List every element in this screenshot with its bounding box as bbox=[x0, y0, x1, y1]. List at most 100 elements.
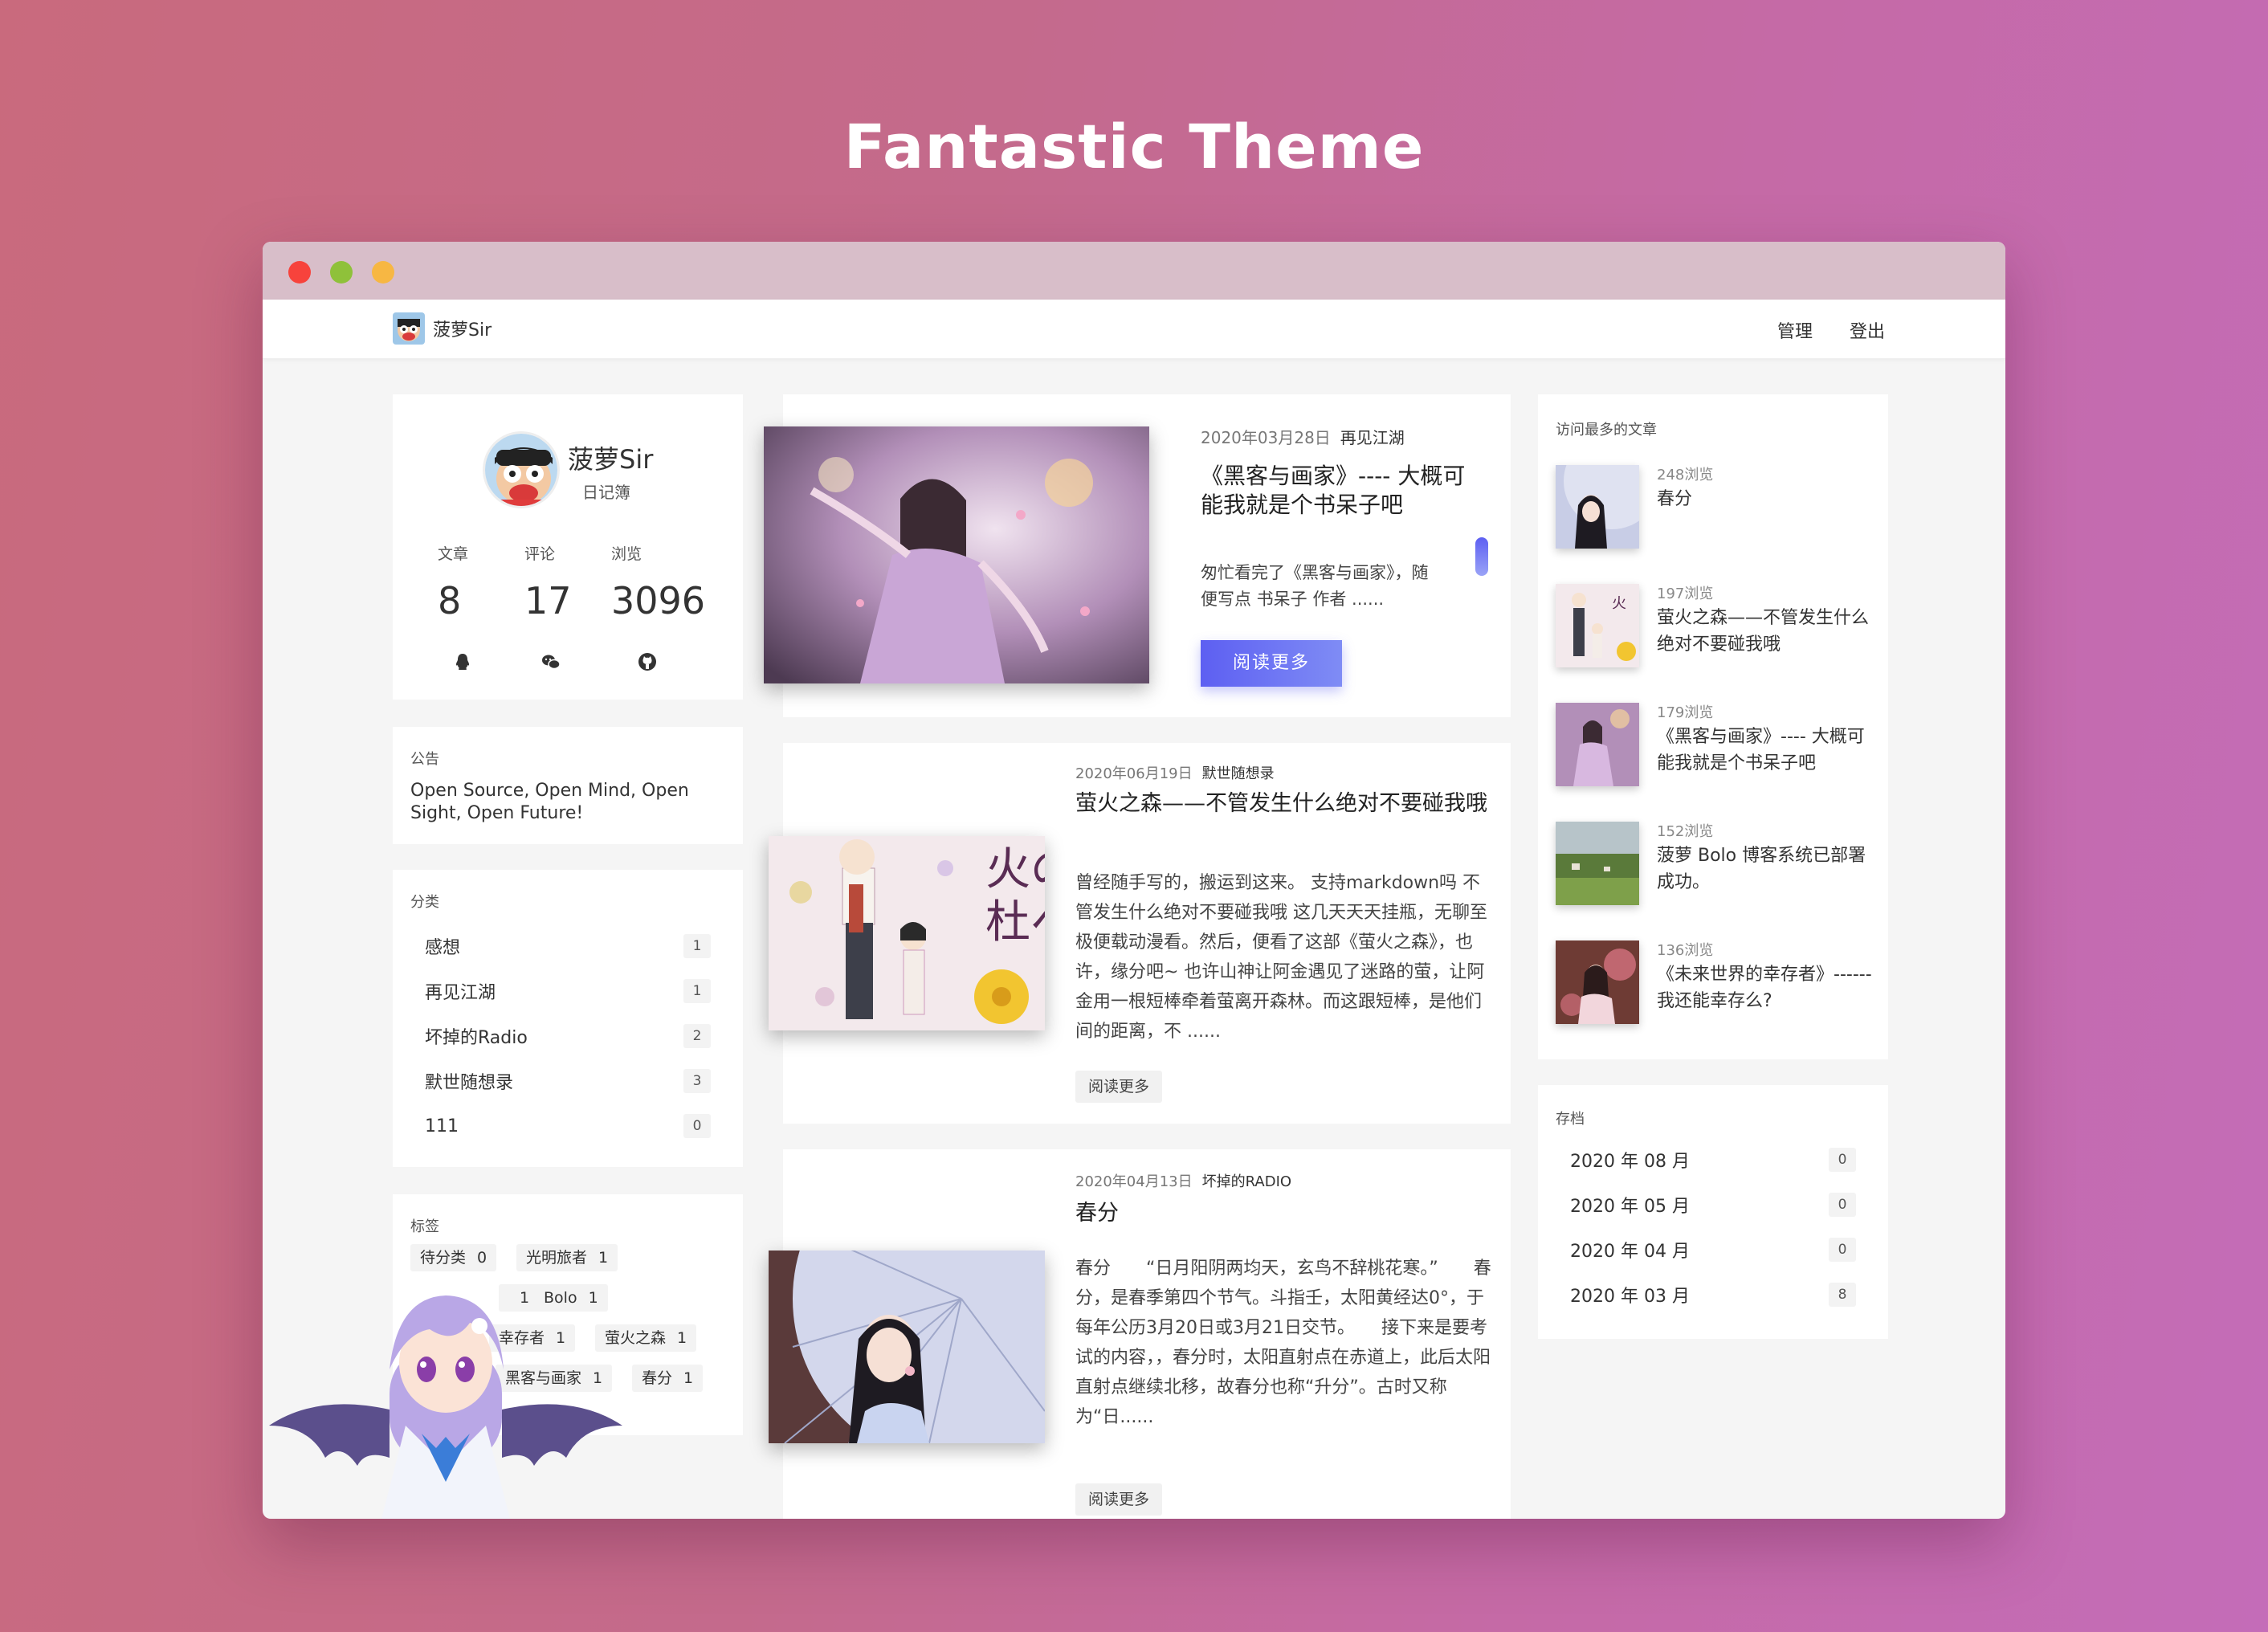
profile-card: 菠萝Sir 日记簿 文章 评论 浏览 8 17 3096 bbox=[393, 394, 743, 700]
post-thumbnail[interactable] bbox=[764, 426, 1149, 683]
svg-text:杜へ: 杜へ bbox=[985, 896, 1045, 949]
post-category[interactable]: 默世随想录 bbox=[1202, 765, 1275, 782]
category-name: 再见江湖 bbox=[425, 983, 496, 1003]
tags-title: 标签 bbox=[410, 1218, 439, 1235]
post-date: 2020年03月28日 bbox=[1201, 428, 1331, 447]
category-name: 111 bbox=[425, 1116, 459, 1136]
popular-item[interactable]: 179浏览 《黑客与画家》---- 大概可能我就是个书呆子吧 bbox=[1556, 703, 1877, 788]
archive-card: 存档 2020 年 08 月 0 2020 年 05 月 0 2020 年 04 月… bbox=[1538, 1085, 1888, 1339]
tag-item[interactable]: 待分类 0 bbox=[410, 1244, 497, 1271]
post-meta: 2020年03月28日 再见江湖 bbox=[1201, 425, 1405, 448]
notice-card: 公告 Open Source, Open Mind, Open Sight, O… bbox=[393, 727, 743, 844]
archive-month: 2020 年 03 月 bbox=[1570, 1287, 1690, 1307]
post-date: 2020年06月19日 bbox=[1075, 765, 1193, 782]
archive-item[interactable]: 2020 年 03 月 8 bbox=[1570, 1281, 1856, 1308]
minimize-window-button[interactable] bbox=[330, 261, 353, 284]
mascot-character[interactable] bbox=[269, 1273, 622, 1519]
hero-title: Fantastic Theme bbox=[843, 111, 1425, 182]
post-category[interactable]: 再见江湖 bbox=[1340, 428, 1405, 447]
archive-title: 存档 bbox=[1556, 1111, 1585, 1128]
profile-subtitle: 日记簿 bbox=[582, 483, 630, 502]
popular-thumbnail[interactable] bbox=[1556, 822, 1639, 905]
category-item[interactable]: 感想 1 bbox=[425, 932, 711, 960]
archive-item[interactable]: 2020 年 05 月 0 bbox=[1570, 1191, 1856, 1218]
tag-count: 0 bbox=[477, 1249, 487, 1267]
popular-title-link[interactable]: 菠萝 Bolo 博客系统已部署成功。 bbox=[1657, 843, 1875, 896]
popular-views: 136浏览 bbox=[1657, 942, 1714, 959]
post-thumbnail[interactable]: 火の 杜へ bbox=[769, 836, 1045, 1030]
popular-thumbnail[interactable] bbox=[1556, 703, 1639, 786]
read-more-button[interactable]: 阅读更多 bbox=[1075, 1071, 1163, 1103]
tag-name: 待分类 bbox=[420, 1249, 467, 1267]
category-item[interactable]: 111 0 bbox=[425, 1112, 711, 1140]
popular-title-link[interactable]: 《黑客与画家》---- 大概可能我就是个书呆子吧 bbox=[1657, 724, 1875, 777]
github-icon[interactable] bbox=[637, 651, 658, 672]
categories-title: 分类 bbox=[410, 894, 439, 911]
stat-value-views: 3096 bbox=[611, 579, 706, 622]
nav-link-logout[interactable]: 登出 bbox=[1850, 317, 1885, 343]
popular-views: 152浏览 bbox=[1657, 823, 1714, 840]
popular-posts-card: 访问最多的文章 248浏览 春分 火 197浏览 萤火之森——不管发生什么绝对不… bbox=[1538, 394, 1888, 1059]
popular-title-link[interactable]: 萤火之森——不管发生什么绝对不要碰我哦 bbox=[1657, 605, 1875, 658]
qq-icon[interactable] bbox=[452, 651, 473, 672]
avatar[interactable] bbox=[483, 431, 560, 508]
scroll-indicator[interactable] bbox=[1475, 537, 1488, 576]
category-item[interactable]: 再见江湖 1 bbox=[425, 977, 711, 1005]
post-category[interactable]: 坏掉的RADIO bbox=[1202, 1173, 1291, 1190]
stat-label-articles: 文章 bbox=[438, 545, 469, 563]
brand-name: 菠萝Sir bbox=[433, 320, 492, 341]
categories-card: 分类 感想 1 再见江湖 1 坏掉的Radio 2 默世随想录 3 111 0 bbox=[393, 870, 743, 1167]
category-name: 坏掉的Radio bbox=[425, 1028, 528, 1048]
tag-item[interactable]: 春分 1 bbox=[632, 1365, 704, 1392]
stat-label-comments: 评论 bbox=[524, 545, 556, 563]
nav-brand[interactable]: 菠萝Sir bbox=[393, 312, 492, 345]
top-nav: 菠萝Sir 管理 登出 bbox=[263, 300, 2005, 359]
archive-month: 2020 年 05 月 bbox=[1570, 1197, 1690, 1217]
popular-item[interactable]: 火 197浏览 萤火之森——不管发生什么绝对不要碰我哦 bbox=[1556, 584, 1877, 669]
tag-count: 1 bbox=[677, 1329, 687, 1347]
post-excerpt: 匆忙看完了《黑客与画家》，随便写点 书呆子 作者 ...... bbox=[1201, 563, 1429, 609]
popular-title-link[interactable]: 《未来世界的幸存者》------我还能幸存么? bbox=[1657, 961, 1875, 1014]
popular-thumbnail[interactable] bbox=[1556, 465, 1639, 549]
category-item[interactable]: 默世随想录 3 bbox=[425, 1067, 711, 1095]
post-title[interactable]: 《黑客与画家》---- 大概可能我就是个书呆子吧 bbox=[1201, 462, 1466, 520]
notice-text: Open Source, Open Mind, Open Sight, Open… bbox=[410, 781, 689, 823]
archive-month: 2020 年 04 月 bbox=[1570, 1242, 1690, 1262]
read-more-button[interactable]: 阅读更多 bbox=[1075, 1483, 1163, 1516]
archive-item[interactable]: 2020 年 04 月 0 bbox=[1570, 1236, 1856, 1263]
archive-item[interactable]: 2020 年 08 月 0 bbox=[1570, 1146, 1856, 1173]
wechat-icon[interactable] bbox=[540, 651, 561, 672]
tag-count: 1 bbox=[683, 1369, 694, 1387]
archive-count: 0 bbox=[1829, 1238, 1856, 1262]
post-thumbnail[interactable] bbox=[769, 1251, 1045, 1443]
popular-views: 197浏览 bbox=[1657, 585, 1714, 602]
brand-avatar bbox=[393, 312, 425, 345]
tag-name: 光明旅者 bbox=[526, 1249, 588, 1267]
post-excerpt: 春分 “日月阳阴两均天，玄鸟不辞桃花寒。” 春分，是春季第四个节气。斗指壬，太阳… bbox=[1075, 1259, 1491, 1427]
popular-item[interactable]: 248浏览 春分 bbox=[1556, 465, 1877, 550]
maximize-window-button[interactable] bbox=[372, 261, 394, 284]
category-count: 3 bbox=[683, 1069, 711, 1093]
popular-thumbnail[interactable] bbox=[1556, 940, 1639, 1024]
archive-count: 0 bbox=[1829, 1148, 1856, 1172]
svg-text:火: 火 bbox=[1612, 595, 1626, 612]
post-title[interactable]: 春分 bbox=[1075, 1201, 1493, 1226]
post-meta: 2020年04月13日 坏掉的RADIO bbox=[1075, 1170, 1291, 1191]
popular-thumbnail[interactable]: 火 bbox=[1556, 584, 1639, 667]
archive-month: 2020 年 08 月 bbox=[1570, 1152, 1690, 1172]
close-window-button[interactable] bbox=[288, 261, 311, 284]
read-more-button[interactable]: 阅读更多 bbox=[1201, 640, 1342, 687]
archive-count: 8 bbox=[1829, 1283, 1856, 1307]
stat-value-articles: 8 bbox=[438, 579, 462, 622]
popular-views: 248浏览 bbox=[1657, 467, 1714, 483]
nav-link-admin[interactable]: 管理 bbox=[1777, 317, 1813, 343]
popular-views: 179浏览 bbox=[1657, 704, 1714, 721]
tag-item[interactable]: 光明旅者 1 bbox=[516, 1244, 618, 1271]
popular-item[interactable]: 136浏览 《未来世界的幸存者》------我还能幸存么? bbox=[1556, 940, 1877, 1026]
popular-title-link[interactable]: 春分 bbox=[1657, 486, 1875, 512]
popular-item[interactable]: 152浏览 菠萝 Bolo 博客系统已部署成功。 bbox=[1556, 822, 1877, 907]
category-item[interactable]: 坏掉的Radio 2 bbox=[425, 1022, 711, 1050]
post-title[interactable]: 萤火之森——不管发生什么绝对不要碰我哦 bbox=[1075, 791, 1493, 817]
post-date: 2020年04月13日 bbox=[1075, 1173, 1193, 1190]
post-card: 2020年03月28日 再见江湖 《黑客与画家》---- 大概可能我就是个书呆子吧… bbox=[764, 394, 1511, 717]
